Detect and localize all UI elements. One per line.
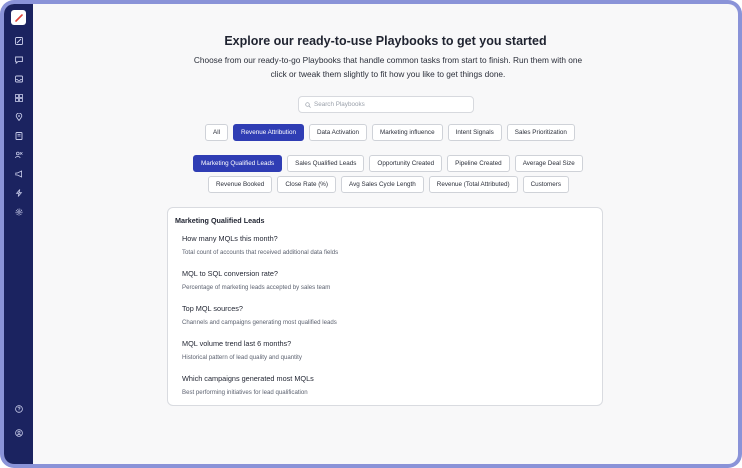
card-title: Marketing Qualified Leads	[175, 216, 265, 225]
tab-data-activation[interactable]: Data Activation	[308, 124, 367, 141]
search-input[interactable]: Search Playbooks	[298, 96, 474, 113]
users-icon[interactable]	[12, 148, 26, 162]
inbox-icon[interactable]	[12, 72, 26, 86]
question-title: How many MQLs this month?	[182, 234, 278, 243]
list-item[interactable]: Top MQL sources? Channels and campaigns …	[182, 304, 337, 326]
subcategory-row-1: Marketing Qualified Leads Sales Qualifie…	[193, 155, 583, 172]
list-item[interactable]: MQL volume trend last 6 months? Historic…	[182, 339, 302, 361]
question-title: Which campaigns generated most MQLs	[182, 374, 314, 383]
settings-icon[interactable]	[12, 205, 26, 219]
page-title: Explore our ready-to-use Playbooks to ge…	[224, 34, 547, 48]
logo-mark-icon	[14, 13, 23, 22]
question-description: Channels and campaigns generating most q…	[182, 319, 337, 326]
list-item[interactable]: MQL to SQL conversion rate? Percentage o…	[182, 269, 330, 291]
tab-all[interactable]: All	[205, 124, 228, 141]
question-description: Historical pattern of lead quality and q…	[182, 354, 302, 361]
chip-sales-qualified-leads[interactable]: Sales Qualified Leads	[287, 155, 365, 172]
sidebar-bottom	[12, 402, 26, 464]
chip-avg-sales-cycle-length[interactable]: Avg Sales Cycle Length	[341, 176, 424, 193]
grid-icon[interactable]	[12, 91, 26, 105]
chat-icon[interactable]	[12, 53, 26, 67]
help-icon[interactable]	[12, 402, 26, 416]
chip-pipeline-created[interactable]: Pipeline Created	[447, 155, 510, 172]
megaphone-icon[interactable]	[12, 167, 26, 181]
list-item[interactable]: How many MQLs this month? Total count of…	[182, 234, 338, 256]
sidebar	[4, 4, 33, 464]
question-title: MQL to SQL conversion rate?	[182, 269, 278, 278]
chip-revenue-total-attributed[interactable]: Revenue (Total Attributed)	[428, 176, 518, 193]
list-item[interactable]: Which campaigns generated most MQLs Best…	[182, 374, 314, 396]
book-icon[interactable]	[12, 129, 26, 143]
chip-average-deal-size[interactable]: Average Deal Size	[514, 155, 583, 172]
search-placeholder: Search Playbooks	[314, 101, 365, 108]
question-description: Percentage of marketing leads accepted b…	[182, 284, 331, 291]
subcategory-row-2: Revenue Booked Close Rate (%) Avg Sales …	[208, 176, 570, 193]
chip-close-rate[interactable]: Close Rate (%)	[277, 176, 337, 193]
account-icon[interactable]	[12, 426, 26, 440]
search-icon	[305, 101, 311, 108]
tab-marketing-influence[interactable]: Marketing influence	[371, 124, 443, 141]
question-description: Total count of accounts that received ad…	[182, 249, 339, 256]
question-title: Top MQL sources?	[182, 304, 243, 313]
app-frame: Explore our ready-to-use Playbooks to ge…	[0, 0, 742, 468]
question-description: Best performing initiatives for lead qua…	[182, 389, 308, 396]
chip-opportunity-created[interactable]: Opportunity Created	[369, 155, 443, 172]
edit-icon[interactable]	[12, 34, 26, 48]
app-logo[interactable]	[11, 10, 26, 25]
tab-intent-signals[interactable]: Intent Signals	[447, 124, 502, 141]
app-window: Explore our ready-to-use Playbooks to ge…	[4, 4, 738, 464]
chip-marketing-qualified-leads[interactable]: Marketing Qualified Leads	[193, 155, 283, 172]
main-content: Explore our ready-to-use Playbooks to ge…	[33, 4, 738, 464]
question-title: MQL volume trend last 6 months?	[182, 339, 292, 348]
playbook-card: Marketing Qualified Leads How many MQLs …	[167, 207, 603, 406]
tab-revenue-attribution[interactable]: Revenue Attribution	[233, 124, 304, 141]
category-tabs: All Revenue Attribution Data Activation …	[205, 124, 575, 141]
chip-customers[interactable]: Customers	[522, 176, 570, 193]
tab-sales-prioritization[interactable]: Sales Prioritization	[506, 124, 575, 141]
bolt-icon[interactable]	[12, 186, 26, 200]
page-subtitle: Choose from our ready-to-go Playbooks th…	[193, 55, 583, 79]
chip-revenue-booked[interactable]: Revenue Booked	[208, 176, 273, 193]
location-pin-icon[interactable]	[12, 110, 26, 124]
